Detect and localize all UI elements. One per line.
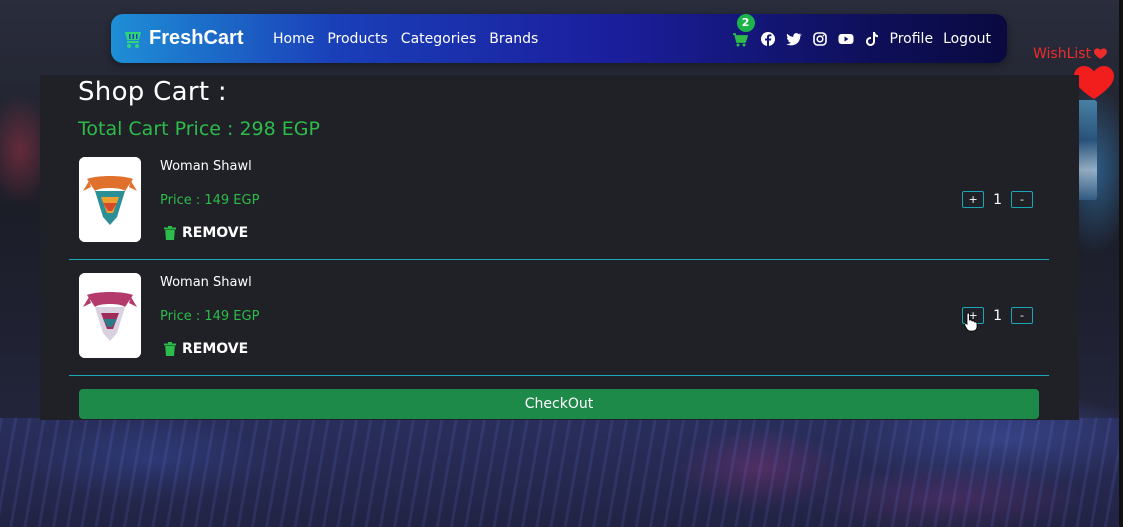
wishlist-link[interactable]: WishList [1033,46,1108,62]
product-price: Price : 149 EGP [160,193,260,208]
quantity-value: 1 [993,307,1002,324]
instagram-icon[interactable] [812,31,828,47]
brand-name: FreshCart [149,27,244,49]
quantity-value: 1 [993,191,1002,208]
brand-logo[interactable]: FreshCart [123,27,273,50]
tiktok-icon[interactable] [864,31,880,47]
cart-item: Woman Shawl Price : 149 EGP REMOVE + 1 - [69,273,1049,376]
nav-link-products[interactable]: Products [327,31,387,47]
cart-item: Woman Shawl Price : 149 EGP REMOVE + 1 - [69,157,1049,260]
trash-icon [164,226,176,240]
shawl-image-2 [79,273,141,358]
nav-link-logout[interactable]: Logout [943,31,991,47]
nav-links: Home Products Categories Brands [273,31,551,47]
trash-icon [164,342,176,356]
checkout-button[interactable]: CheckOut [79,389,1039,419]
decrease-quantity-button[interactable]: - [1011,307,1033,324]
twitter-icon[interactable] [785,31,802,47]
nav-link-profile[interactable]: Profile [890,31,934,47]
total-cart-price: Total Cart Price : 298 EGP [78,118,320,140]
quantity-stepper: + 1 - [962,191,1033,208]
navbar: FreshCart Home Products Categories Brand… [111,13,1007,63]
facebook-icon[interactable] [760,31,776,47]
nav-link-home[interactable]: Home [273,31,314,47]
product-image[interactable] [79,273,141,358]
product-price: Price : 149 EGP [160,309,260,324]
mouse-pointer-icon [964,312,978,332]
wishlist-label: WishList [1033,46,1092,62]
wishlist-heart-bubble-icon[interactable] [1074,66,1114,100]
decrease-quantity-button[interactable]: - [1011,191,1033,208]
scrollbar[interactable] [1119,0,1123,527]
remove-button[interactable]: REMOVE [164,225,248,241]
cart-icon [732,32,748,46]
heart-icon [1094,48,1108,59]
remove-button[interactable]: REMOVE [164,341,248,357]
cart-button[interactable]: 2 [732,13,755,48]
shopping-cart-logo-icon [125,31,141,48]
product-image[interactable] [79,157,141,242]
remove-label: REMOVE [182,225,249,241]
shawl-image-1 [79,157,141,242]
product-name: Woman Shawl [160,159,252,174]
remove-label: REMOVE [182,341,249,357]
cart-count-badge: 2 [736,13,755,32]
nav-link-categories[interactable]: Categories [401,31,476,47]
nav-link-brands[interactable]: Brands [489,31,538,47]
page-title: Shop Cart : [78,77,227,107]
increase-quantity-button[interactable]: + [962,191,985,208]
youtube-icon[interactable] [838,31,854,47]
background-street [0,418,1123,527]
nav-right: 2 Profile Logout [732,13,991,63]
product-name: Woman Shawl [160,275,252,290]
